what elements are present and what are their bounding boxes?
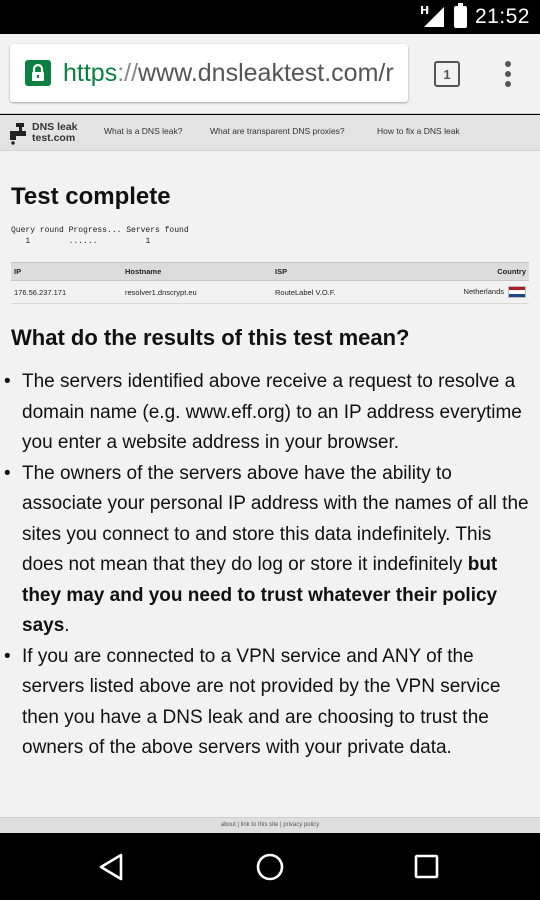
cell-signal-icon: H bbox=[420, 4, 446, 29]
url-separator: :// bbox=[117, 59, 139, 87]
col-country: Country bbox=[422, 262, 529, 281]
table-header-row: IP Hostname ISP Country bbox=[11, 262, 529, 281]
results-heading: What do the results of this test mean? bbox=[11, 325, 410, 350]
overflow-menu-icon[interactable] bbox=[498, 58, 518, 90]
status-clock: 21:52 bbox=[474, 5, 530, 28]
nav-link-transparent-dns-proxies[interactable]: What are transparent DNS proxies? bbox=[210, 126, 345, 136]
web-page: DNS leak test.com What is a DNS leak? Wh… bbox=[0, 115, 540, 832]
cell-country: Netherlands bbox=[422, 280, 529, 304]
list-item: If you are connected to a VPN service an… bbox=[4, 642, 529, 764]
page-title: Test complete bbox=[11, 183, 171, 210]
browser-toolbar: https://www.dnsleaktest.com/r 1 bbox=[0, 34, 540, 114]
battery-icon bbox=[453, 3, 467, 28]
netherlands-flag-icon bbox=[508, 286, 526, 298]
site-footer[interactable]: about | link to this site | privacy poli… bbox=[0, 817, 540, 833]
status-bar: H 21:52 bbox=[0, 0, 540, 34]
progress-dots: ...... bbox=[68, 237, 98, 246]
list-item: The servers identified above receive a r… bbox=[4, 367, 529, 459]
address-bar[interactable]: https://www.dnsleaktest.com/r bbox=[10, 44, 408, 102]
progress-readout: Query round Progress... Servers found 1 … bbox=[11, 225, 529, 247]
site-logo[interactable]: DNS leak test.com bbox=[8, 120, 88, 146]
back-button[interactable] bbox=[92, 847, 132, 887]
progress-round: 1 bbox=[25, 237, 31, 246]
cell-ip: 176.56.237.171 bbox=[11, 280, 122, 304]
secure-lock-icon[interactable] bbox=[25, 60, 51, 86]
col-ip: IP bbox=[11, 262, 122, 281]
logo-text: DNS leak test.com bbox=[32, 121, 78, 144]
back-triangle-icon bbox=[99, 853, 123, 881]
nav-link-how-to-fix[interactable]: How to fix a DNS leak bbox=[377, 126, 460, 136]
col-hostname: Hostname bbox=[122, 262, 272, 281]
recents-square-icon bbox=[414, 854, 439, 879]
tab-count: 1 bbox=[443, 66, 451, 82]
results-table: IP Hostname ISP Country 176.56.237.171 r… bbox=[11, 262, 529, 304]
col-isp: ISP bbox=[272, 262, 422, 281]
progress-header: Query round Progress... Servers found bbox=[11, 226, 189, 235]
url-scheme: https bbox=[63, 59, 118, 87]
list-item: The owners of the servers above have the… bbox=[4, 459, 529, 642]
system-nav-bar bbox=[0, 833, 540, 900]
faucet-icon bbox=[10, 123, 26, 145]
url-text[interactable]: https://www.dnsleaktest.com/r bbox=[63, 57, 394, 89]
home-button[interactable] bbox=[250, 847, 290, 887]
footer-links[interactable]: about | link to this site | privacy poli… bbox=[221, 822, 320, 828]
results-list: The servers identified above receive a r… bbox=[4, 367, 529, 764]
cell-isp: RouteLabel V.O.F. bbox=[272, 280, 422, 304]
country-name: Netherlands bbox=[463, 286, 504, 296]
url-host: www.dnsleaktest.com/r bbox=[138, 59, 394, 87]
home-circle-icon bbox=[256, 853, 284, 881]
site-nav: DNS leak test.com What is a DNS leak? Wh… bbox=[0, 115, 540, 151]
progress-servers-found: 1 bbox=[145, 237, 151, 246]
table-row: 176.56.237.171 resolver1.dnscrypt.eu Rou… bbox=[11, 280, 529, 304]
nav-link-what-is-dns-leak[interactable]: What is a DNS leak? bbox=[104, 126, 182, 136]
cell-hostname: resolver1.dnscrypt.eu bbox=[122, 280, 272, 304]
main-content: Test complete Query round Progress... Se… bbox=[0, 183, 540, 764]
tab-switcher-button[interactable]: 1 bbox=[434, 61, 460, 87]
recents-button[interactable] bbox=[407, 847, 447, 887]
